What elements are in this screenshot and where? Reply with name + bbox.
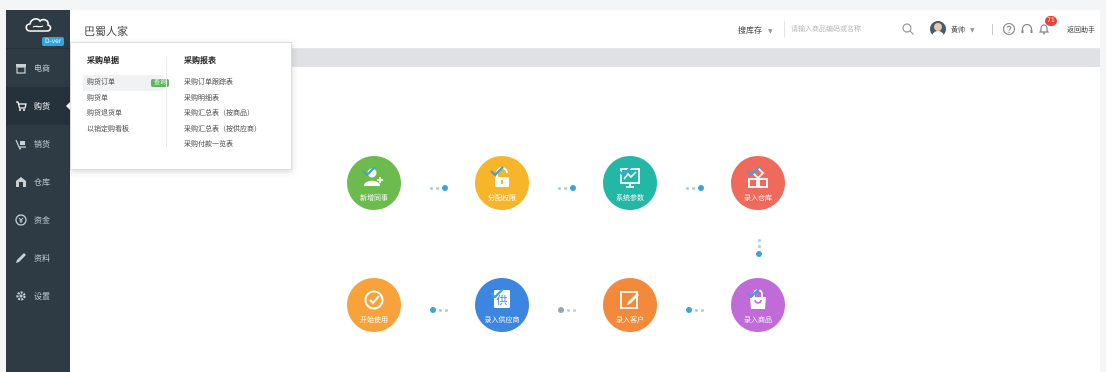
step-start-using[interactable]: 开始使用 [347,278,401,332]
store-select[interactable]: 搜库存 ▼ [738,25,773,36]
step-label: 新增同事 [360,194,388,202]
shipping-icon [15,139,26,150]
step-enter-product[interactable]: 录入商品 [731,278,785,332]
store-icon [16,64,26,74]
flow-connector [430,185,448,191]
menu-item-summary-by-product[interactable]: 采购汇总表（按商品） [184,106,261,122]
logo[interactable]: D-ver [6,10,70,49]
avatar[interactable] [930,21,946,37]
step-enter-warehouse[interactable]: 录入仓库 [731,156,785,210]
version-badge: D-ver [42,37,65,46]
menu-item-purchase-detail[interactable]: 采购明细表 [184,91,261,107]
cloud-logo-icon [25,18,52,32]
flow-connector-vertical [756,239,762,257]
check-icon [618,166,632,176]
sidebar-item-label: 设置 [34,291,50,301]
step-label: 录入仓库 [744,194,772,202]
menu-item-purchase-return[interactable]: 购货退货单 [87,106,163,122]
sidebar-item-warehouse[interactable]: 仓库 [6,163,70,201]
menu-item-order-tracking[interactable]: 采购订单跟踪表 [184,75,261,91]
step-label: 录入客户 [616,316,644,324]
flow-connector [686,185,704,191]
check-icon [490,288,504,298]
menu-item-payment-overview[interactable]: 采购付款一览表 [184,137,261,153]
company-name: 巴蜀人家 [84,25,128,38]
chevron-down-icon: ▼ [970,27,975,34]
menu-item-purchase-receipt[interactable]: 购货单 [87,91,163,107]
sidebar-item-ecommerce[interactable]: 电商 [6,49,70,87]
purchase-dropdown-menu: 采购单据 购货订单 查询 购货单 购货退货单 以销定购看板 采购报表 采购订单跟踪… [70,42,292,170]
sidebar-item-label: 销货 [34,139,50,149]
divider [992,24,993,35]
step-label: 录入供应商 [484,316,520,324]
check-icon [362,166,376,176]
cart-icon [16,101,27,111]
money-icon [15,214,27,226]
search-icon[interactable] [901,22,915,36]
chevron-down-icon: ▼ [768,28,773,35]
sidebar-item-settings[interactable]: 设置 [6,277,70,315]
store-select-label: 搜库存 [738,26,762,35]
menu-item-sales-based-board[interactable]: 以销定购看板 [87,122,163,138]
notification-badge: 71 [1045,16,1057,26]
check-icon [746,166,760,176]
purchase-reports-column: 采购报表 采购订单跟踪表 采购明细表 采购汇总表（按商品） 采购汇总表（按供应商… [184,55,261,153]
warehouse-icon [16,177,26,187]
edit-icon [620,291,639,309]
sidebar-item-data[interactable]: 资料 [6,239,70,277]
purchase-reports-title: 采购报表 [184,56,216,65]
back-to-assistant-link[interactable]: 返回助手 [1067,25,1095,35]
sidebar-item-label: 仓库 [34,177,50,187]
check-circle-icon [364,290,384,310]
step-label: 录入商品 [744,316,772,324]
step-label: 分配权限 [488,194,516,202]
sidebar-item-label: 资料 [34,253,50,263]
menu-item-label: 购货订单 [87,78,115,86]
sidebar-item-sales[interactable]: 销货 [6,125,70,163]
step-assign-permissions[interactable]: 分配权限 [475,156,529,210]
check-icon [746,288,760,298]
sidebar: D-ver 电商 购货 销货 仓库 资金 资料 设置 [6,10,70,372]
sidebar-item-label: 资金 [34,215,50,225]
flow-connector [686,307,704,313]
purchase-docs-title: 采购单据 [87,56,119,65]
purchase-docs-column: 采购单据 购货订单 查询 购货单 购货退货单 以销定购看板 [83,55,169,138]
step-add-colleague[interactable]: 新增同事 [347,156,401,210]
step-label: 系统参数 [616,194,644,202]
user-name: 黄帅 [951,26,965,34]
help-icon[interactable] [1002,22,1016,36]
sidebar-item-label: 电商 [34,63,50,73]
step-enter-supplier[interactable]: 供 录入供应商 [475,278,529,332]
sidebar-item-funds[interactable]: 资金 [6,201,70,239]
menu-item-purchase-order[interactable]: 购货订单 查询 [83,75,169,91]
flow-connector [430,307,448,313]
step-label: 开始使用 [360,316,388,324]
gear-icon [16,291,26,301]
sidebar-item-label: 购货 [34,101,50,111]
step-system-params[interactable]: 系统参数 [603,156,657,210]
divider [166,57,167,147]
menu-item-summary-by-supplier[interactable]: 采购汇总表（按供应商） [184,122,261,138]
flow-connector [558,307,576,313]
headset-icon[interactable] [1020,22,1034,36]
pen-icon [16,253,26,263]
check-icon [490,166,504,176]
sidebar-item-purchase[interactable]: 购货 [6,87,70,125]
user-menu[interactable]: 黄帅 ▼ [951,25,975,35]
flow-connector [558,185,576,191]
step-enter-customer[interactable]: 录入客户 [603,278,657,332]
